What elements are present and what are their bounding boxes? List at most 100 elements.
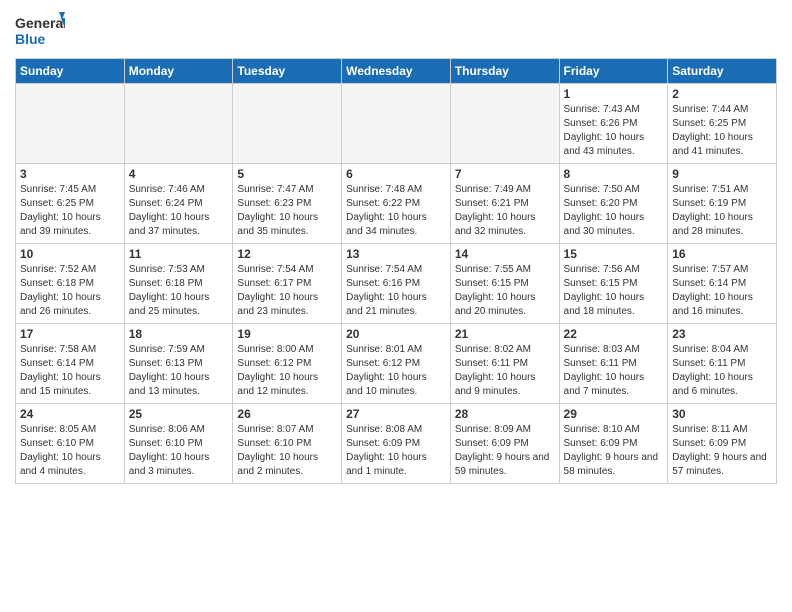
calendar-table: SundayMondayTuesdayWednesdayThursdayFrid… — [15, 58, 777, 484]
week-row-3: 10 Sunrise: 7:52 AMSunset: 6:18 PMDayligh… — [16, 244, 777, 324]
day-header-sunday: Sunday — [16, 59, 125, 84]
day-cell: 5 Sunrise: 7:47 AMSunset: 6:23 PMDaylight… — [233, 164, 342, 244]
day-cell — [450, 84, 559, 164]
day-cell: 7 Sunrise: 7:49 AMSunset: 6:21 PMDaylight… — [450, 164, 559, 244]
day-info: Sunrise: 7:58 AMSunset: 6:14 PMDaylight:… — [20, 343, 120, 399]
day-number: 18 — [129, 327, 229, 341]
day-number: 8 — [564, 167, 664, 181]
day-cell: 26 Sunrise: 8:07 AMSunset: 6:10 PMDayligh… — [233, 404, 342, 484]
svg-text:General: General — [15, 15, 65, 31]
day-number: 9 — [672, 167, 772, 181]
day-info: Sunrise: 8:07 AMSunset: 6:10 PMDaylight:… — [237, 423, 337, 479]
day-cell: 16 Sunrise: 7:57 AMSunset: 6:14 PMDayligh… — [668, 244, 777, 324]
day-info: Sunrise: 7:54 AMSunset: 6:16 PMDaylight:… — [346, 263, 446, 319]
day-cell: 6 Sunrise: 7:48 AMSunset: 6:22 PMDaylight… — [342, 164, 451, 244]
day-cell: 29Sunrise: 8:10 AMSunset: 6:09 PMDayligh… — [559, 404, 668, 484]
day-info: Sunrise: 8:11 AMSunset: 6:09 PMDaylight:… — [672, 423, 772, 479]
day-info: Sunrise: 8:05 AMSunset: 6:10 PMDaylight:… — [20, 423, 120, 479]
day-number: 30 — [672, 407, 772, 421]
day-info: Sunrise: 7:51 AMSunset: 6:19 PMDaylight:… — [672, 183, 772, 239]
day-number: 2 — [672, 87, 772, 101]
day-cell: 25 Sunrise: 8:06 AMSunset: 6:10 PMDayligh… — [124, 404, 233, 484]
day-number: 26 — [237, 407, 337, 421]
day-info: Sunrise: 8:02 AMSunset: 6:11 PMDaylight:… — [455, 343, 555, 399]
logo-svg: General Blue — [15, 10, 65, 52]
day-number: 17 — [20, 327, 120, 341]
day-header-thursday: Thursday — [450, 59, 559, 84]
day-cell: 1Sunrise: 7:43 AMSunset: 6:26 PMDaylight… — [559, 84, 668, 164]
calendar-header-row: SundayMondayTuesdayWednesdayThursdayFrid… — [16, 59, 777, 84]
day-number: 29 — [564, 407, 664, 421]
svg-text:Blue: Blue — [15, 31, 46, 47]
day-cell: 24 Sunrise: 8:05 AMSunset: 6:10 PMDayligh… — [16, 404, 125, 484]
week-row-2: 3 Sunrise: 7:45 AMSunset: 6:25 PMDaylight… — [16, 164, 777, 244]
day-number: 16 — [672, 247, 772, 261]
week-row-4: 17 Sunrise: 7:58 AMSunset: 6:14 PMDayligh… — [16, 324, 777, 404]
day-header-saturday: Saturday — [668, 59, 777, 84]
day-info: Sunrise: 7:52 AMSunset: 6:18 PMDaylight:… — [20, 263, 120, 319]
day-info: Sunrise: 7:49 AMSunset: 6:21 PMDaylight:… — [455, 183, 555, 239]
day-cell: 30 Sunrise: 8:11 AMSunset: 6:09 PMDayligh… — [668, 404, 777, 484]
day-info: Sunrise: 8:06 AMSunset: 6:10 PMDaylight:… — [129, 423, 229, 479]
day-cell: 22 Sunrise: 8:03 AMSunset: 6:11 PMDayligh… — [559, 324, 668, 404]
day-info: Sunrise: 8:00 AMSunset: 6:12 PMDaylight:… — [237, 343, 337, 399]
day-number: 6 — [346, 167, 446, 181]
day-number: 15 — [564, 247, 664, 261]
day-header-friday: Friday — [559, 59, 668, 84]
day-info: Sunrise: 7:53 AMSunset: 6:18 PMDaylight:… — [129, 263, 229, 319]
day-number: 20 — [346, 327, 446, 341]
day-info: Sunrise: 7:44 AMSunset: 6:25 PMDaylight:… — [672, 103, 772, 159]
day-cell: 18 Sunrise: 7:59 AMSunset: 6:13 PMDayligh… — [124, 324, 233, 404]
day-info: Sunrise: 7:50 AMSunset: 6:20 PMDaylight:… — [564, 183, 664, 239]
day-number: 14 — [455, 247, 555, 261]
day-cell: 8 Sunrise: 7:50 AMSunset: 6:20 PMDaylight… — [559, 164, 668, 244]
logo: General Blue — [15, 10, 65, 52]
day-info: Sunrise: 7:48 AMSunset: 6:22 PMDaylight:… — [346, 183, 446, 239]
day-cell — [16, 84, 125, 164]
day-info: Sunrise: 7:54 AMSunset: 6:17 PMDaylight:… — [237, 263, 337, 319]
day-cell: 17 Sunrise: 7:58 AMSunset: 6:14 PMDayligh… — [16, 324, 125, 404]
day-info: Sunrise: 7:46 AMSunset: 6:24 PMDaylight:… — [129, 183, 229, 239]
day-number: 24 — [20, 407, 120, 421]
day-cell: 4 Sunrise: 7:46 AMSunset: 6:24 PMDaylight… — [124, 164, 233, 244]
day-info: Sunrise: 7:45 AMSunset: 6:25 PMDaylight:… — [20, 183, 120, 239]
day-number: 11 — [129, 247, 229, 261]
day-cell: 23Sunrise: 8:04 AMSunset: 6:11 PMDayligh… — [668, 324, 777, 404]
day-info: Sunrise: 8:01 AMSunset: 6:12 PMDaylight:… — [346, 343, 446, 399]
day-cell — [342, 84, 451, 164]
day-cell: 14 Sunrise: 7:55 AMSunset: 6:15 PMDayligh… — [450, 244, 559, 324]
header: General Blue — [15, 10, 777, 52]
day-cell: 27Sunrise: 8:08 AMSunset: 6:09 PMDayligh… — [342, 404, 451, 484]
day-cell — [124, 84, 233, 164]
day-header-wednesday: Wednesday — [342, 59, 451, 84]
day-info: Sunrise: 8:04 AMSunset: 6:11 PMDaylight:… — [672, 343, 772, 399]
day-cell: 9 Sunrise: 7:51 AMSunset: 6:19 PMDaylight… — [668, 164, 777, 244]
day-info: Sunrise: 7:57 AMSunset: 6:14 PMDaylight:… — [672, 263, 772, 319]
day-info: Sunrise: 7:47 AMSunset: 6:23 PMDaylight:… — [237, 183, 337, 239]
day-number: 3 — [20, 167, 120, 181]
day-number: 12 — [237, 247, 337, 261]
day-number: 5 — [237, 167, 337, 181]
day-info: Sunrise: 8:03 AMSunset: 6:11 PMDaylight:… — [564, 343, 664, 399]
day-info: Sunrise: 7:56 AMSunset: 6:15 PMDaylight:… — [564, 263, 664, 319]
day-cell: 21 Sunrise: 8:02 AMSunset: 6:11 PMDayligh… — [450, 324, 559, 404]
day-number: 13 — [346, 247, 446, 261]
day-number: 25 — [129, 407, 229, 421]
day-cell: 19 Sunrise: 8:00 AMSunset: 6:12 PMDayligh… — [233, 324, 342, 404]
day-number: 7 — [455, 167, 555, 181]
day-cell: 28 Sunrise: 8:09 AMSunset: 6:09 PMDayligh… — [450, 404, 559, 484]
day-cell: 2 Sunrise: 7:44 AMSunset: 6:25 PMDaylight… — [668, 84, 777, 164]
day-cell: 20 Sunrise: 8:01 AMSunset: 6:12 PMDayligh… — [342, 324, 451, 404]
day-number: 27 — [346, 407, 446, 421]
day-number: 22 — [564, 327, 664, 341]
day-info: Sunrise: 7:55 AMSunset: 6:15 PMDaylight:… — [455, 263, 555, 319]
day-cell: 12 Sunrise: 7:54 AMSunset: 6:17 PMDayligh… — [233, 244, 342, 324]
day-number: 28 — [455, 407, 555, 421]
day-number: 21 — [455, 327, 555, 341]
day-info: Sunrise: 7:59 AMSunset: 6:13 PMDaylight:… — [129, 343, 229, 399]
day-number: 19 — [237, 327, 337, 341]
day-info: Sunrise: 8:09 AMSunset: 6:09 PMDaylight:… — [455, 423, 555, 479]
day-info: Sunrise: 7:43 AMSunset: 6:26 PMDaylight:… — [564, 103, 664, 159]
day-number: 4 — [129, 167, 229, 181]
day-number: 10 — [20, 247, 120, 261]
